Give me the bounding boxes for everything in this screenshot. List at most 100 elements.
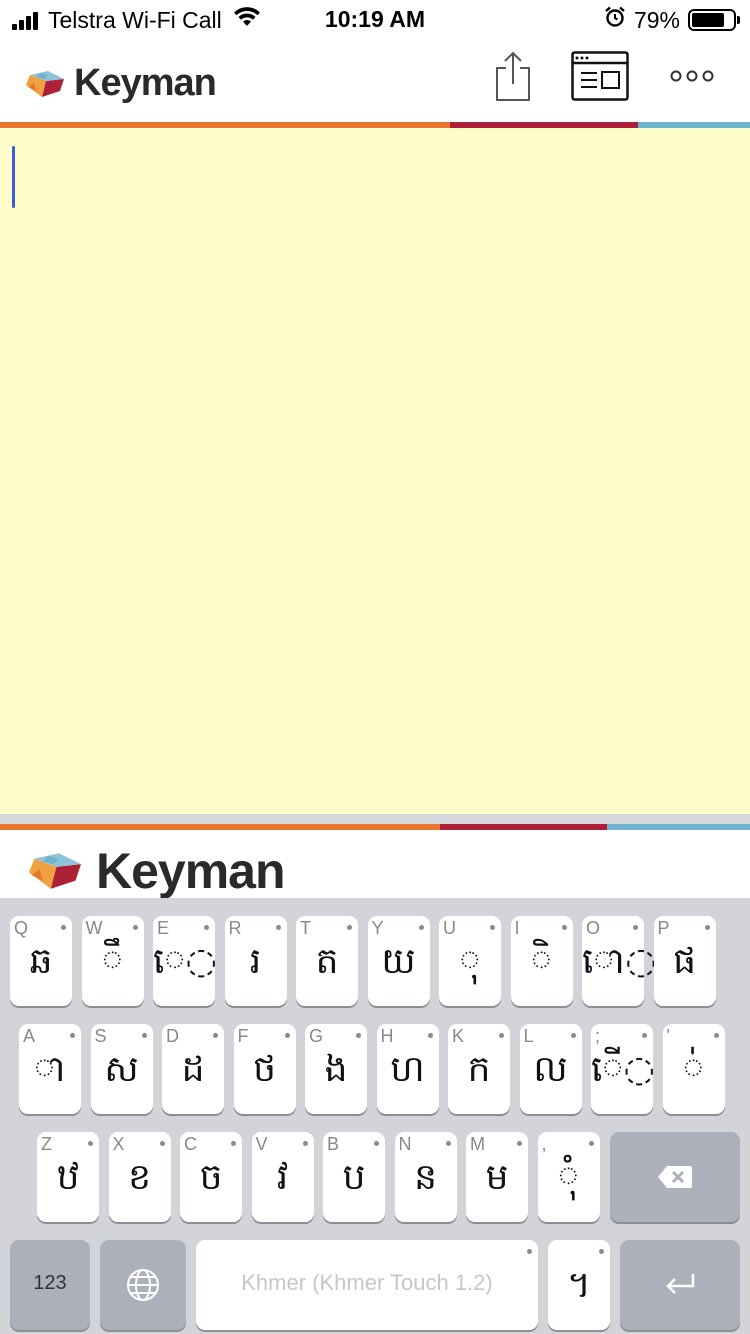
key-hint-label: U: [443, 918, 456, 938]
longpress-dot: [418, 925, 424, 930]
keyboard-logo: Keyman: [22, 842, 286, 900]
longpress-dot: [445, 1141, 451, 1146]
backspace-key[interactable]: [610, 1132, 740, 1222]
enter-key[interactable]: [620, 1240, 740, 1330]
longpress-dot: [499, 1033, 504, 1038]
keyman-logo-icon: [29, 853, 81, 889]
key-w[interactable]: W ◌ឹ: [81, 916, 144, 1006]
more-options-icon: [670, 70, 714, 82]
key-glyph: ឋ: [56, 1157, 80, 1198]
key-m[interactable]: Mម: [466, 1132, 528, 1222]
key-a[interactable]: A ◌ា: [19, 1024, 81, 1114]
key-hint-label: D: [166, 1026, 179, 1046]
longpress-dot: [713, 1033, 719, 1038]
longpress-dot: [599, 1249, 604, 1254]
key-u[interactable]: U ◌ុ: [439, 916, 501, 1006]
longpress-dot: [570, 1033, 576, 1038]
key-glyph: ើ◌: [591, 1049, 655, 1090]
khmer-period-key[interactable]: ។: [548, 1240, 610, 1330]
keyman-logo-icon: [26, 70, 64, 97]
status-bar: Telstra Wi-Fi Call 10:19 AM 79%: [0, 0, 750, 40]
key-glyph: ◌ឹ: [101, 941, 124, 982]
key-hint-label: A: [23, 1026, 36, 1046]
key-apostrophe[interactable]: ' ◌់: [662, 1024, 725, 1114]
longpress-dot: [633, 925, 638, 930]
key-glyph: ច: [199, 1157, 223, 1198]
key-q[interactable]: Qឆ: [10, 916, 72, 1006]
space-key[interactable]: Khmer (Khmer Touch 1.2): [196, 1240, 538, 1330]
key-semicolon[interactable]: ;ើ◌: [591, 1024, 655, 1114]
key-n[interactable]: Nន: [394, 1132, 457, 1222]
key-y[interactable]: Yយ: [367, 916, 430, 1006]
longpress-dot: [284, 1033, 290, 1038]
longpress-dot: [275, 925, 281, 930]
backspace-icon: [658, 1166, 692, 1188]
longpress-dot: [231, 1141, 236, 1146]
longpress-dot: [527, 1249, 532, 1254]
key-glyph: ឆ: [29, 941, 53, 982]
globe-icon: [127, 1269, 159, 1301]
key-d[interactable]: Dដ: [162, 1024, 224, 1114]
key-p[interactable]: Pផ: [653, 916, 716, 1006]
key-hint-label: Z: [41, 1134, 52, 1154]
key-glyph: ោ◌: [582, 941, 657, 982]
key-v[interactable]: Vវ: [251, 1132, 314, 1222]
key-i[interactable]: I ◌ិ: [510, 916, 573, 1006]
key-k[interactable]: Kក: [448, 1024, 510, 1114]
longpress-dot: [561, 925, 567, 930]
key-glyph: ផ: [673, 941, 696, 982]
longpress-dot: [588, 1141, 594, 1146]
key-glyph: ន: [414, 1157, 437, 1198]
key-glyph: ថ: [253, 1049, 276, 1090]
keyman-logo: Keyman: [22, 62, 217, 105]
longpress-dot: [302, 1141, 308, 1146]
key-hint-label: ': [666, 1026, 670, 1046]
key-f[interactable]: Fថ: [233, 1024, 296, 1114]
key-e[interactable]: Eេ◌: [153, 916, 217, 1006]
key-hint-label: Y: [371, 918, 384, 938]
key-hint-label: W: [85, 918, 103, 938]
key-z[interactable]: Zឋ: [37, 1132, 99, 1222]
key-c[interactable]: Cច: [180, 1132, 242, 1222]
longpress-dot: [61, 925, 66, 930]
text-input-area[interactable]: [0, 128, 750, 814]
key-comma[interactable]: , ◌ុំ: [537, 1132, 600, 1222]
more-options-button[interactable]: [664, 50, 720, 102]
key-h[interactable]: Hហ: [376, 1024, 439, 1114]
longpress-dot: [141, 1033, 147, 1038]
key-o[interactable]: Oោ◌: [582, 916, 657, 1006]
share-button[interactable]: [490, 50, 536, 102]
key-hint-label: O: [586, 918, 601, 938]
key-glyph: ◌ិ: [530, 941, 553, 982]
key-s[interactable]: Sស: [90, 1024, 153, 1114]
longpress-dot: [490, 925, 495, 930]
share-icon: [496, 51, 530, 101]
key-glyph: ខ: [128, 1157, 151, 1198]
key-hint-label: K: [452, 1026, 465, 1046]
key-r[interactable]: Rរ: [224, 916, 287, 1006]
key-x[interactable]: Xខ: [108, 1132, 171, 1222]
key-glyph: ◌ា: [34, 1049, 66, 1090]
longpress-dot: [132, 925, 138, 930]
browser-button[interactable]: [571, 50, 629, 102]
key-hint-label: E: [157, 918, 170, 938]
key-b[interactable]: Bប: [323, 1132, 385, 1222]
longpress-dot: [159, 1141, 165, 1146]
battery-percent: 79%: [633, 6, 680, 33]
key-hint-label: H: [380, 1026, 394, 1046]
key-hint-label: X: [112, 1134, 125, 1154]
key-hint-label: P: [657, 918, 670, 938]
longpress-dot: [704, 925, 710, 930]
key-hint-label: M: [470, 1134, 485, 1154]
key-hint-label: Q: [14, 918, 29, 938]
key-glyph: ប: [342, 1157, 366, 1198]
key-l[interactable]: Lល: [519, 1024, 582, 1114]
key-glyph: ក: [467, 1049, 491, 1090]
numbers-key[interactable]: 123: [10, 1240, 90, 1330]
key-glyph: ស: [104, 1049, 139, 1090]
key-glyph: យ: [381, 941, 416, 982]
globe-key[interactable]: [100, 1240, 186, 1330]
key-t[interactable]: Tត: [296, 916, 358, 1006]
key-g[interactable]: Gង: [305, 1024, 367, 1114]
longpress-dot: [427, 1033, 433, 1038]
